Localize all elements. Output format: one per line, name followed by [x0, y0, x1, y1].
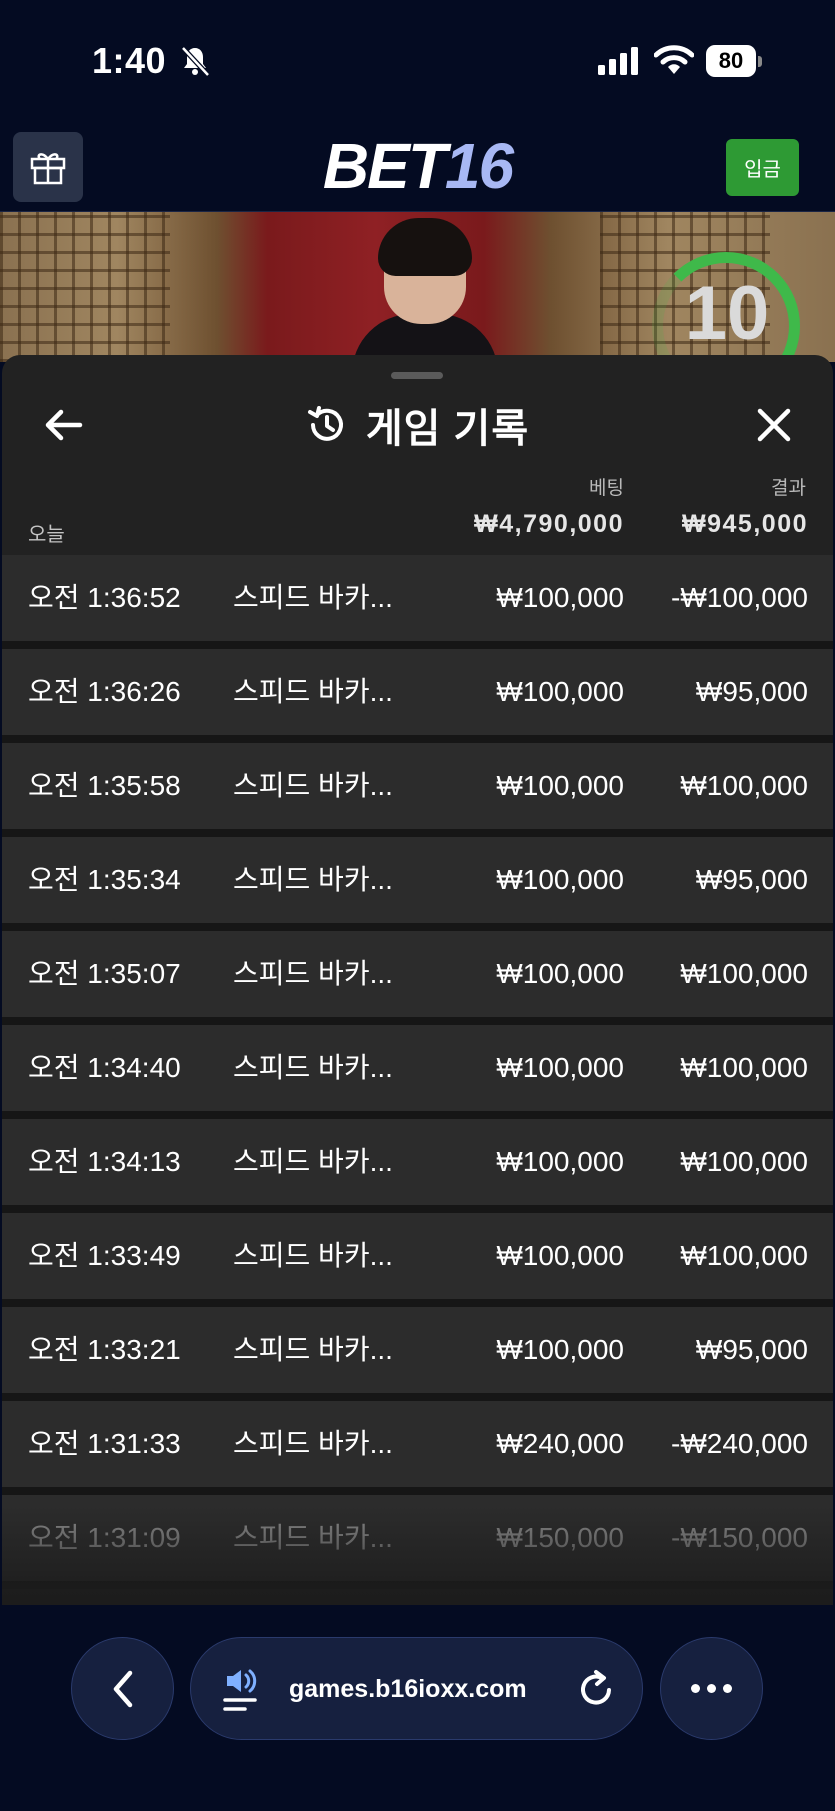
decor-lattice-left — [0, 212, 170, 362]
wifi-icon — [654, 45, 694, 74]
row-bet: ₩240,000 — [496, 1428, 624, 1459]
scroll-fade — [2, 1505, 833, 1605]
row-game: 스피드 바카... — [233, 676, 393, 707]
table-row[interactable]: 오전 1:33:49 스피드 바카... ₩100,000 ₩100,000 — [2, 1213, 833, 1299]
row-bet: ₩100,000 — [496, 1146, 624, 1177]
more-dots-icon — [691, 1684, 700, 1693]
table-row[interactable]: 오전 1:34:13 스피드 바카... ₩100,000 ₩100,000 — [2, 1119, 833, 1205]
row-game: 스피드 바카... — [233, 958, 393, 989]
row-time: 오전 1:36:52 — [28, 582, 181, 613]
table-row[interactable]: 오전 1:35:58 스피드 바카... ₩100,000 ₩100,000 — [2, 743, 833, 829]
row-result: ₩95,000 — [695, 1334, 808, 1365]
row-game: 스피드 바카... — [233, 1052, 393, 1083]
live-video: 10 — [0, 212, 835, 362]
row-result: ₩100,000 — [680, 958, 808, 989]
close-icon — [757, 408, 791, 442]
table-row[interactable]: 오전 1:34:40 스피드 바카... ₩100,000 ₩100,000 — [2, 1025, 833, 1111]
deposit-button[interactable]: 입금 — [726, 139, 799, 196]
table-row[interactable]: 오전 1:35:07 스피드 바카... ₩100,000 ₩100,000 — [2, 931, 833, 1017]
row-game: 스피드 바카... — [233, 1146, 393, 1177]
dealer — [352, 218, 498, 362]
row-game: 스피드 바카... — [233, 1240, 393, 1271]
column-header-bet: 베팅 — [589, 478, 624, 499]
speaker-icon — [223, 1669, 257, 1711]
reload-icon[interactable] — [575, 1668, 617, 1710]
url-text: games.b16ioxx.com — [289, 1675, 527, 1703]
row-bet: ₩100,000 — [496, 958, 624, 989]
total-result: ₩945,000 — [682, 510, 808, 538]
date-group-label: 오늘 — [28, 524, 65, 546]
row-time: 오전 1:36:26 — [28, 676, 181, 707]
row-result: ₩95,000 — [695, 864, 808, 895]
signal-icon — [598, 47, 638, 75]
row-game: 스피드 바카... — [233, 1334, 393, 1365]
panel-header: 게임 기록 — [2, 397, 833, 453]
game-history-panel: 게임 기록 베팅 결과 오늘 ₩4,790,000 ₩945,000 오전 1:… — [2, 355, 833, 1605]
row-bet: ₩100,000 — [496, 1240, 624, 1271]
table-row[interactable]: 오전 1:35:34 스피드 바카... ₩100,000 ₩95,000 — [2, 837, 833, 923]
row-game: 스피드 바카... — [233, 864, 393, 895]
column-header-result: 결과 — [771, 478, 806, 499]
row-time: 오전 1:31:33 — [28, 1428, 181, 1459]
browser-back-button[interactable] — [71, 1637, 174, 1740]
countdown-value: 10 — [684, 271, 770, 356]
status-time: 1:40 — [92, 40, 167, 81]
browser-toolbar: games.b16ioxx.com — [0, 1605, 835, 1811]
row-bet: ₩100,000 — [496, 1052, 624, 1083]
history-icon — [307, 406, 343, 441]
page-title: 게임 기록 — [365, 407, 530, 451]
table-row[interactable]: 오전 1:31:33 스피드 바카... ₩240,000 -₩240,000 — [2, 1401, 833, 1487]
row-result: ₩100,000 — [680, 770, 808, 801]
row-time: 오전 1:35:34 — [28, 864, 181, 895]
bell-slash-icon — [181, 46, 210, 77]
row-result: -₩240,000 — [671, 1428, 808, 1459]
row-result: ₩100,000 — [680, 1052, 808, 1083]
address-bar[interactable]: games.b16ioxx.com — [190, 1637, 643, 1740]
row-game: 스피드 바카... — [233, 582, 393, 613]
battery-level: 80 — [706, 45, 756, 77]
chevron-left-icon — [113, 1670, 132, 1707]
drag-handle[interactable] — [391, 372, 443, 379]
row-time: 오전 1:33:49 — [28, 1240, 181, 1271]
table-row[interactable]: 오전 1:36:26 스피드 바카... ₩100,000 ₩95,000 — [2, 649, 833, 735]
more-options-button[interactable] — [660, 1637, 763, 1740]
table-row[interactable]: 오전 1:36:52 스피드 바카... ₩100,000 -₩100,000 — [2, 555, 833, 641]
row-result: ₩95,000 — [695, 676, 808, 707]
row-result: ₩100,000 — [680, 1146, 808, 1177]
row-result: ₩100,000 — [680, 1240, 808, 1271]
row-time: 오전 1:34:13 — [28, 1146, 181, 1177]
logo: BET16 — [322, 130, 514, 202]
row-bet: ₩100,000 — [496, 864, 624, 895]
row-time: 오전 1:33:21 — [28, 1334, 181, 1365]
row-game: 스피드 바카... — [233, 1428, 393, 1459]
row-time: 오전 1:35:58 — [28, 770, 181, 801]
row-game: 스피드 바카... — [233, 770, 393, 801]
row-bet: ₩100,000 — [496, 676, 624, 707]
total-bet: ₩4,790,000 — [474, 510, 624, 538]
history-list: 오전 1:36:52 스피드 바카... ₩100,000 -₩100,000 오전 1… — [2, 555, 833, 1589]
status-bar: 1:40 80 — [0, 0, 835, 120]
table-row[interactable]: 오전 1:33:21 스피드 바카... ₩100,000 ₩95,000 — [2, 1307, 833, 1393]
row-time: 오전 1:34:40 — [28, 1052, 181, 1083]
row-bet: ₩100,000 — [496, 770, 624, 801]
row-time: 오전 1:35:07 — [28, 958, 181, 989]
close-button[interactable] — [746, 397, 802, 453]
row-result: -₩100,000 — [671, 582, 808, 613]
battery-charging-icon: 80 — [706, 45, 762, 77]
app-header: BET16 입금 — [0, 120, 835, 212]
row-bet: ₩100,000 — [496, 1334, 624, 1365]
row-bet: ₩100,000 — [496, 582, 624, 613]
